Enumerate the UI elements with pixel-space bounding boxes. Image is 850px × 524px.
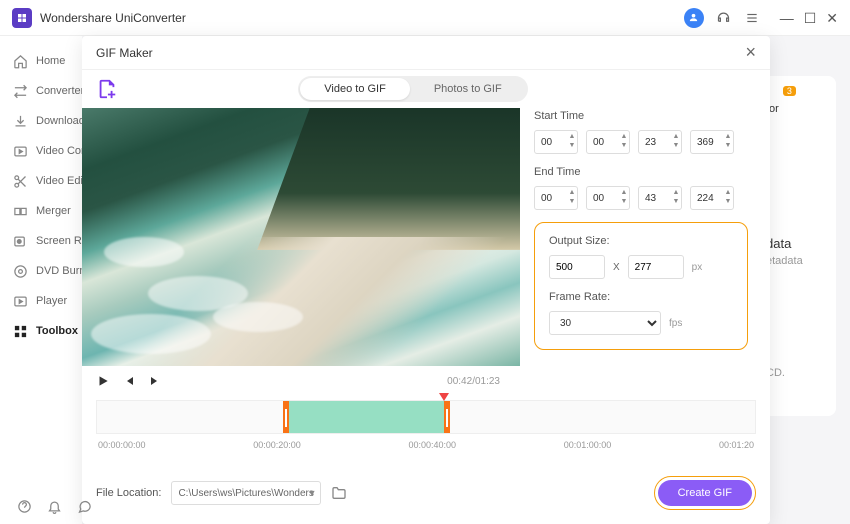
timeline-ticks: 00:00:00:00 00:00:20:00 00:00:40:00 00:0… bbox=[96, 440, 756, 450]
bell-icon[interactable] bbox=[46, 498, 62, 514]
chevron-down-icon[interactable]: ▼ bbox=[672, 141, 680, 150]
sidebar-item-downloader[interactable]: Downloader bbox=[0, 106, 82, 136]
next-frame-icon[interactable] bbox=[148, 374, 162, 388]
chevron-up-icon[interactable]: ▲ bbox=[568, 188, 576, 197]
download-icon bbox=[12, 113, 28, 129]
grid-icon bbox=[12, 323, 28, 339]
chevron-down-icon[interactable]: ▼ bbox=[568, 141, 576, 150]
add-file-icon[interactable] bbox=[96, 78, 118, 100]
range-end-handle[interactable] bbox=[444, 401, 450, 433]
close-icon[interactable]: × bbox=[745, 42, 756, 63]
timeline: 00:00:00:00 00:00:20:00 00:00:40:00 00:0… bbox=[82, 396, 770, 450]
menu-icon[interactable] bbox=[744, 10, 760, 26]
sidebar: Home Converter Downloader Video Compress… bbox=[0, 36, 82, 524]
tab-photos-to-gif[interactable]: Photos to GIF bbox=[410, 78, 526, 100]
chevron-up-icon[interactable]: ▲ bbox=[620, 132, 628, 141]
headset-icon[interactable] bbox=[716, 10, 732, 26]
timeline-track[interactable] bbox=[96, 400, 756, 434]
play-button-icon[interactable] bbox=[96, 374, 110, 388]
minimize-icon[interactable]: — bbox=[780, 11, 794, 25]
video-preview[interactable] bbox=[82, 108, 520, 366]
sidebar-item-recorder[interactable]: Screen Recorder bbox=[0, 226, 82, 256]
end-time-label: End Time bbox=[534, 166, 748, 178]
chevron-up-icon[interactable]: ▲ bbox=[724, 132, 732, 141]
sidebar-item-compressor[interactable]: Video Compressor bbox=[0, 136, 82, 166]
create-highlight: Create GIF bbox=[654, 476, 756, 510]
folder-icon[interactable] bbox=[331, 485, 347, 501]
maximize-icon[interactable]: ☐ bbox=[804, 11, 817, 25]
playhead-icon[interactable] bbox=[439, 393, 449, 401]
playback-time: 00:42/01:23 bbox=[447, 376, 500, 387]
start-time-label: Start Time bbox=[534, 110, 748, 122]
output-width-input[interactable] bbox=[549, 255, 605, 279]
mode-tabs: Video to GIF Photos to GIF bbox=[298, 76, 527, 102]
chevron-up-icon[interactable]: ▲ bbox=[724, 188, 732, 197]
file-location-label: File Location: bbox=[96, 487, 161, 499]
play-icon bbox=[12, 293, 28, 309]
merge-icon bbox=[12, 203, 28, 219]
sidebar-item-player[interactable]: Player bbox=[0, 286, 82, 316]
help-icon[interactable] bbox=[16, 498, 32, 514]
home-icon bbox=[12, 53, 28, 69]
output-size-label: Output Size: bbox=[549, 235, 733, 247]
app-logo bbox=[12, 8, 32, 28]
sidebar-item-dvd[interactable]: DVD Burner bbox=[0, 256, 82, 286]
sidebar-item-editor[interactable]: Video Editor bbox=[0, 166, 82, 196]
sidebar-item-merger[interactable]: Merger bbox=[0, 196, 82, 226]
chevron-down-icon[interactable]: ▼ bbox=[672, 197, 680, 206]
chevron-up-icon[interactable]: ▲ bbox=[620, 188, 628, 197]
chevron-down-icon[interactable]: ▼ bbox=[568, 197, 576, 206]
chevron-down-icon: ▼ bbox=[308, 488, 317, 498]
disc-icon bbox=[12, 263, 28, 279]
sidebar-item-toolbox[interactable]: Toolbox bbox=[0, 316, 82, 346]
titlebar: Wondershare UniConverter — ☐ ✕ bbox=[0, 0, 850, 36]
record-icon bbox=[12, 233, 28, 249]
compress-icon bbox=[12, 143, 28, 159]
user-avatar-icon[interactable] bbox=[684, 8, 704, 28]
chevron-down-icon[interactable]: ▼ bbox=[724, 141, 732, 150]
file-location-select[interactable]: C:\Users\ws\Pictures\Wonders▼ bbox=[171, 481, 321, 505]
chevron-up-icon[interactable]: ▲ bbox=[672, 132, 680, 141]
output-settings-box: Output Size: X px Frame Rate: 30 fps bbox=[534, 222, 748, 350]
chevron-down-icon[interactable]: ▼ bbox=[620, 197, 628, 206]
chevron-down-icon[interactable]: ▼ bbox=[620, 141, 628, 150]
feedback-icon[interactable] bbox=[76, 498, 92, 514]
range-start-handle[interactable] bbox=[283, 401, 289, 433]
sidebar-item-converter[interactable]: Converter bbox=[0, 76, 82, 106]
chevron-up-icon[interactable]: ▲ bbox=[568, 132, 576, 141]
sidebar-item-home[interactable]: Home bbox=[0, 46, 82, 76]
prev-frame-icon[interactable] bbox=[122, 374, 136, 388]
modal-title: GIF Maker bbox=[96, 46, 153, 60]
app-title: Wondershare UniConverter bbox=[40, 11, 186, 25]
chevron-down-icon[interactable]: ▼ bbox=[724, 197, 732, 206]
gif-maker-modal: GIF Maker × Video to GIF Photos to GIF bbox=[82, 36, 770, 524]
scissors-icon bbox=[12, 173, 28, 189]
frame-rate-label: Frame Rate: bbox=[549, 291, 733, 303]
convert-icon bbox=[12, 83, 28, 99]
create-gif-button[interactable]: Create GIF bbox=[658, 480, 752, 506]
output-height-input[interactable] bbox=[628, 255, 684, 279]
frame-rate-select[interactable]: 30 bbox=[549, 311, 661, 335]
chevron-up-icon[interactable]: ▲ bbox=[672, 188, 680, 197]
close-window-icon[interactable]: ✕ bbox=[826, 11, 838, 25]
selection-range[interactable] bbox=[288, 401, 449, 433]
tab-video-to-gif[interactable]: Video to GIF bbox=[300, 78, 410, 100]
